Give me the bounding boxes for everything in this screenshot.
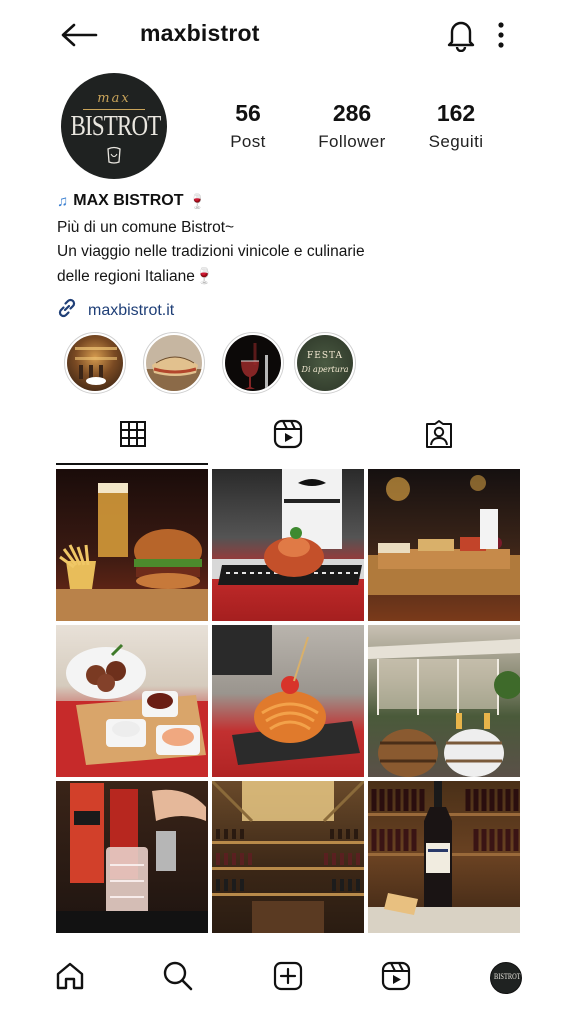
wine-glass-icon: 🍷 bbox=[188, 192, 206, 209]
top-bar: maxbistrot bbox=[0, 0, 576, 70]
stat-followers-count: 286 bbox=[332, 100, 372, 126]
nav-create-button[interactable] bbox=[270, 960, 306, 996]
tab-reels[interactable] bbox=[211, 408, 365, 464]
nav-search-button[interactable] bbox=[160, 960, 196, 996]
story-highlight-1[interactable] bbox=[64, 332, 126, 394]
story-highlight-3[interactable] bbox=[222, 332, 284, 394]
nav-reels-button[interactable] bbox=[378, 960, 414, 996]
bottom-navigation-bar: BISTROT bbox=[0, 950, 576, 1010]
wine-pour-image bbox=[225, 335, 281, 391]
stat-followers[interactable]: 286 Follower bbox=[302, 100, 402, 152]
bio-display-name-row: ♫ MAX BISTROT 🍷 bbox=[57, 192, 206, 210]
avatar-logo-small-text: max bbox=[97, 91, 131, 106]
festa-image: FESTA Di apertura bbox=[297, 335, 353, 391]
highlight-festa-title: FESTA bbox=[307, 351, 343, 361]
avatar-logo-main-text: BISTROT bbox=[70, 111, 162, 142]
active-tab-indicator bbox=[56, 463, 208, 465]
nav-avatar-logo-text: BISTROT bbox=[494, 972, 521, 981]
grid-icon bbox=[119, 420, 147, 453]
avatar-logo-divider bbox=[83, 109, 145, 110]
profile-username: maxbistrot bbox=[140, 20, 260, 46]
nav-profile-button[interactable]: BISTROT bbox=[488, 960, 524, 996]
story-highlight-4[interactable]: FESTA Di apertura bbox=[294, 332, 356, 394]
grid-post-outdoor-terrace-barrels[interactable] bbox=[368, 625, 520, 777]
highlight-festa-subtitle: Di apertura bbox=[301, 365, 349, 374]
tab-posts-grid[interactable] bbox=[56, 408, 210, 464]
bio-display-name: MAX BISTROT bbox=[73, 192, 184, 209]
bio-line-3: delle regioni Italiane🍷 bbox=[57, 268, 215, 285]
back-arrow-icon[interactable] bbox=[58, 18, 100, 52]
bar-interior-image bbox=[67, 335, 123, 391]
music-notes-icon: ♫ bbox=[57, 192, 69, 210]
grid-post-wine-shelf-bottle[interactable] bbox=[368, 781, 520, 933]
home-icon bbox=[54, 960, 86, 997]
profile-stats: 56 Post 286 Follower 162 Seguiti bbox=[210, 100, 530, 160]
grid-post-burger-and-fries[interactable] bbox=[56, 469, 208, 621]
create-icon bbox=[273, 961, 303, 996]
profile-avatar[interactable]: max BISTROT bbox=[61, 73, 167, 179]
stat-posts-count: 56 bbox=[235, 100, 261, 126]
stat-following-count: 162 bbox=[436, 100, 476, 126]
more-options-icon[interactable] bbox=[490, 18, 512, 52]
stat-followers-label: Follower bbox=[318, 132, 386, 151]
grid-post-aperol-cocktail[interactable] bbox=[56, 781, 208, 933]
bio-website-link[interactable]: maxbistrot.it bbox=[56, 297, 174, 324]
logo-emblem-icon bbox=[105, 145, 123, 165]
grid-post-meatballs-sauces[interactable] bbox=[56, 625, 208, 777]
story-highlight-2[interactable] bbox=[143, 332, 205, 394]
grid-post-cheese-board[interactable] bbox=[368, 469, 520, 621]
website-link-text[interactable]: maxbistrot.it bbox=[88, 302, 174, 320]
posts-grid bbox=[56, 469, 520, 934]
stat-following-label: Seguiti bbox=[428, 132, 484, 151]
tab-tagged[interactable] bbox=[362, 408, 516, 464]
grid-post-fish-dish-wine[interactable] bbox=[212, 469, 364, 621]
notification-bell-icon[interactable] bbox=[444, 16, 478, 53]
profile-content-tabs bbox=[56, 408, 520, 464]
bio-line-1: Più di un comune Bistrot~ bbox=[57, 219, 235, 236]
grid-post-wine-cellar[interactable] bbox=[212, 781, 364, 933]
reels-icon bbox=[381, 961, 411, 996]
tagged-icon bbox=[424, 419, 454, 454]
nav-home-button[interactable] bbox=[52, 960, 88, 996]
profile-avatar-small: BISTROT bbox=[490, 962, 522, 994]
search-icon bbox=[162, 960, 194, 997]
stat-following[interactable]: 162 Seguiti bbox=[406, 100, 506, 152]
grid-post-spaghetti-dish[interactable] bbox=[212, 625, 364, 777]
link-icon bbox=[56, 297, 78, 324]
stat-posts[interactable]: 56 Post bbox=[198, 100, 298, 152]
stat-posts-label: Post bbox=[230, 132, 266, 151]
sandwich-image bbox=[146, 335, 202, 391]
bio-line-2: Un viaggio nelle tradizioni vinicole e c… bbox=[57, 243, 365, 260]
reels-icon bbox=[273, 419, 303, 454]
